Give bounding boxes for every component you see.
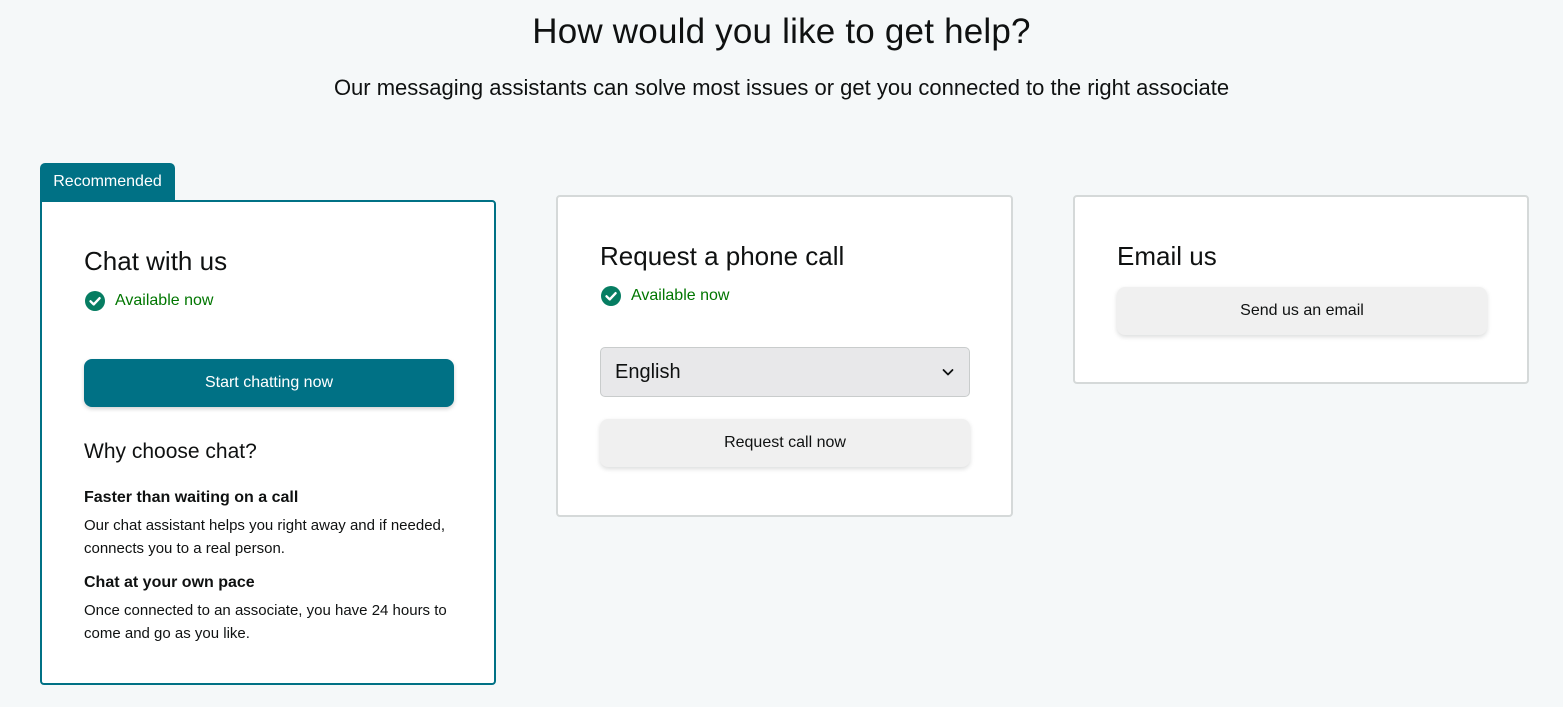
page-subtitle: Our messaging assistants can solve most …	[333, 75, 1230, 100]
chevron-down-icon	[942, 369, 954, 376]
reason-title: Chat at your own pace	[84, 574, 255, 591]
check-circle-icon	[85, 291, 105, 311]
chat-card: Chat with us Available now Start chattin…	[40, 200, 496, 685]
phone-availability: Available now	[600, 285, 729, 307]
recommended-badge: Recommended	[40, 163, 175, 201]
phone-card: Request a phone call Available now Engli…	[556, 195, 1013, 517]
chat-card-title: Chat with us	[84, 246, 228, 276]
request-call-button[interactable]: Request call now	[600, 419, 970, 467]
send-email-button[interactable]: Send us an email	[1117, 287, 1487, 335]
reason-item: Faster than waiting on a call Our chat a…	[84, 489, 464, 560]
chat-availability: Available now	[84, 290, 213, 312]
why-choose-chat-heading: Why choose chat?	[84, 440, 257, 463]
reason-item: Chat at your own pace Once connected to …	[84, 574, 464, 645]
email-card-title: Email us	[1117, 241, 1217, 271]
reason-text: Our chat assistant helps you right away …	[84, 517, 446, 557]
chat-availability-label: Available now	[115, 292, 214, 309]
start-chatting-button[interactable]: Start chatting now	[84, 359, 454, 407]
reason-title: Faster than waiting on a call	[84, 489, 299, 506]
page-title: How would you like to get help?	[532, 12, 1031, 51]
reason-text: Once connected to an associate, you have…	[84, 602, 447, 642]
email-card: Email us Send us an email	[1073, 195, 1529, 384]
check-circle-icon	[601, 286, 621, 306]
phone-card-title: Request a phone call	[600, 241, 845, 271]
phone-availability-label: Available now	[631, 287, 730, 304]
language-select[interactable]: English	[600, 347, 970, 397]
language-selected-value: English	[615, 360, 681, 383]
